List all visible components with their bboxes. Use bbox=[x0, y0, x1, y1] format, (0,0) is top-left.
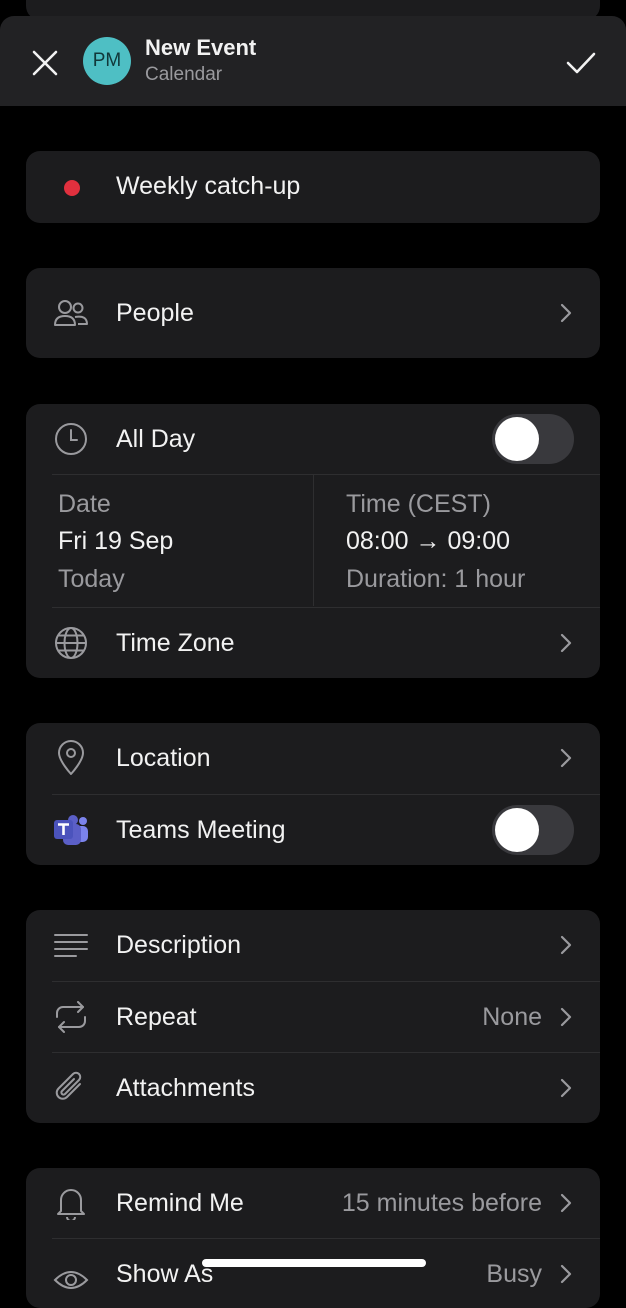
date-value[interactable]: Fri 19 Sep bbox=[58, 527, 173, 556]
date-label: Date bbox=[58, 490, 111, 518]
location-card: Location Teams Meeting bbox=[26, 723, 600, 865]
chevron-right-icon bbox=[556, 631, 576, 655]
description-label: Description bbox=[116, 931, 242, 959]
repeat-value: None bbox=[482, 1003, 542, 1031]
check-icon bbox=[566, 52, 596, 74]
repeat-row[interactable]: Repeat None bbox=[26, 982, 600, 1052]
event-title-card[interactable]: Weekly catch-up bbox=[26, 151, 600, 223]
time-value[interactable]: 08:00 → 09:00 bbox=[346, 527, 510, 556]
chevron-right-icon bbox=[556, 301, 576, 325]
avatar[interactable]: PM bbox=[83, 37, 131, 85]
event-title-input[interactable]: Weekly catch-up bbox=[116, 172, 300, 201]
chevron-right-icon bbox=[556, 1262, 576, 1286]
home-indicator[interactable] bbox=[202, 1259, 426, 1267]
attachments-label: Attachments bbox=[116, 1074, 255, 1102]
duration-value: Duration: 1 hour bbox=[346, 565, 526, 593]
repeat-label: Repeat bbox=[116, 1003, 197, 1031]
divider bbox=[313, 474, 314, 606]
chevron-right-icon bbox=[556, 1005, 576, 1029]
description-row[interactable]: Description bbox=[26, 910, 600, 981]
toggle-knob bbox=[495, 417, 539, 461]
bell-icon bbox=[52, 1184, 90, 1222]
attachments-row[interactable]: Attachments bbox=[26, 1053, 600, 1123]
close-icon bbox=[32, 50, 58, 76]
chevron-right-icon bbox=[556, 1191, 576, 1215]
time-zone-row[interactable]: Time Zone bbox=[26, 608, 600, 678]
all-day-toggle[interactable] bbox=[492, 414, 574, 464]
location-row[interactable]: Location bbox=[26, 723, 600, 794]
people-icon bbox=[52, 294, 90, 332]
clock-icon bbox=[52, 420, 90, 458]
chevron-right-icon bbox=[556, 746, 576, 770]
time-zone-label: Time Zone bbox=[116, 629, 235, 657]
toggle-knob bbox=[495, 808, 539, 852]
show-as-label: Show As bbox=[116, 1260, 214, 1288]
description-icon bbox=[52, 926, 90, 964]
schedule-card: All Day Date Fri 19 Sep Today Time (CEST… bbox=[26, 404, 600, 678]
paperclip-icon bbox=[52, 1069, 90, 1107]
reminder-card: Remind Me 15 minutes before Show As Busy bbox=[26, 1168, 600, 1308]
remind-me-row[interactable]: Remind Me 15 minutes before bbox=[26, 1168, 600, 1238]
time-label: Time (CEST) bbox=[346, 490, 491, 518]
people-row[interactable]: People bbox=[26, 268, 600, 358]
remind-me-value: 15 minutes before bbox=[341, 1189, 542, 1217]
location-label: Location bbox=[116, 744, 211, 772]
teams-meeting-toggle[interactable] bbox=[492, 805, 574, 855]
eye-icon bbox=[52, 1261, 90, 1299]
globe-icon bbox=[52, 624, 90, 662]
page-title: New Event bbox=[145, 35, 257, 60]
show-as-row[interactable]: Show As Busy bbox=[26, 1239, 600, 1308]
teams-meeting-row: Teams Meeting bbox=[26, 795, 600, 865]
people-label: People bbox=[116, 299, 194, 327]
repeat-icon bbox=[52, 998, 90, 1036]
chevron-right-icon bbox=[556, 933, 576, 957]
location-pin-icon bbox=[52, 739, 90, 777]
divider bbox=[52, 474, 600, 475]
close-button[interactable] bbox=[24, 42, 66, 84]
all-day-label: All Day bbox=[116, 425, 196, 453]
teams-meeting-label: Teams Meeting bbox=[116, 816, 286, 844]
chevron-right-icon bbox=[556, 1076, 576, 1100]
calendar-name[interactable]: Calendar bbox=[145, 64, 222, 86]
save-button[interactable] bbox=[560, 42, 602, 84]
teams-icon bbox=[52, 811, 90, 849]
date-relative: Today bbox=[58, 565, 125, 593]
details-card: Description Repeat None Attachments bbox=[26, 910, 600, 1123]
remind-me-label: Remind Me bbox=[116, 1189, 244, 1217]
all-day-row: All Day bbox=[26, 404, 600, 474]
header: PM New Event Calendar bbox=[0, 16, 626, 106]
show-as-value: Busy bbox=[486, 1260, 542, 1288]
